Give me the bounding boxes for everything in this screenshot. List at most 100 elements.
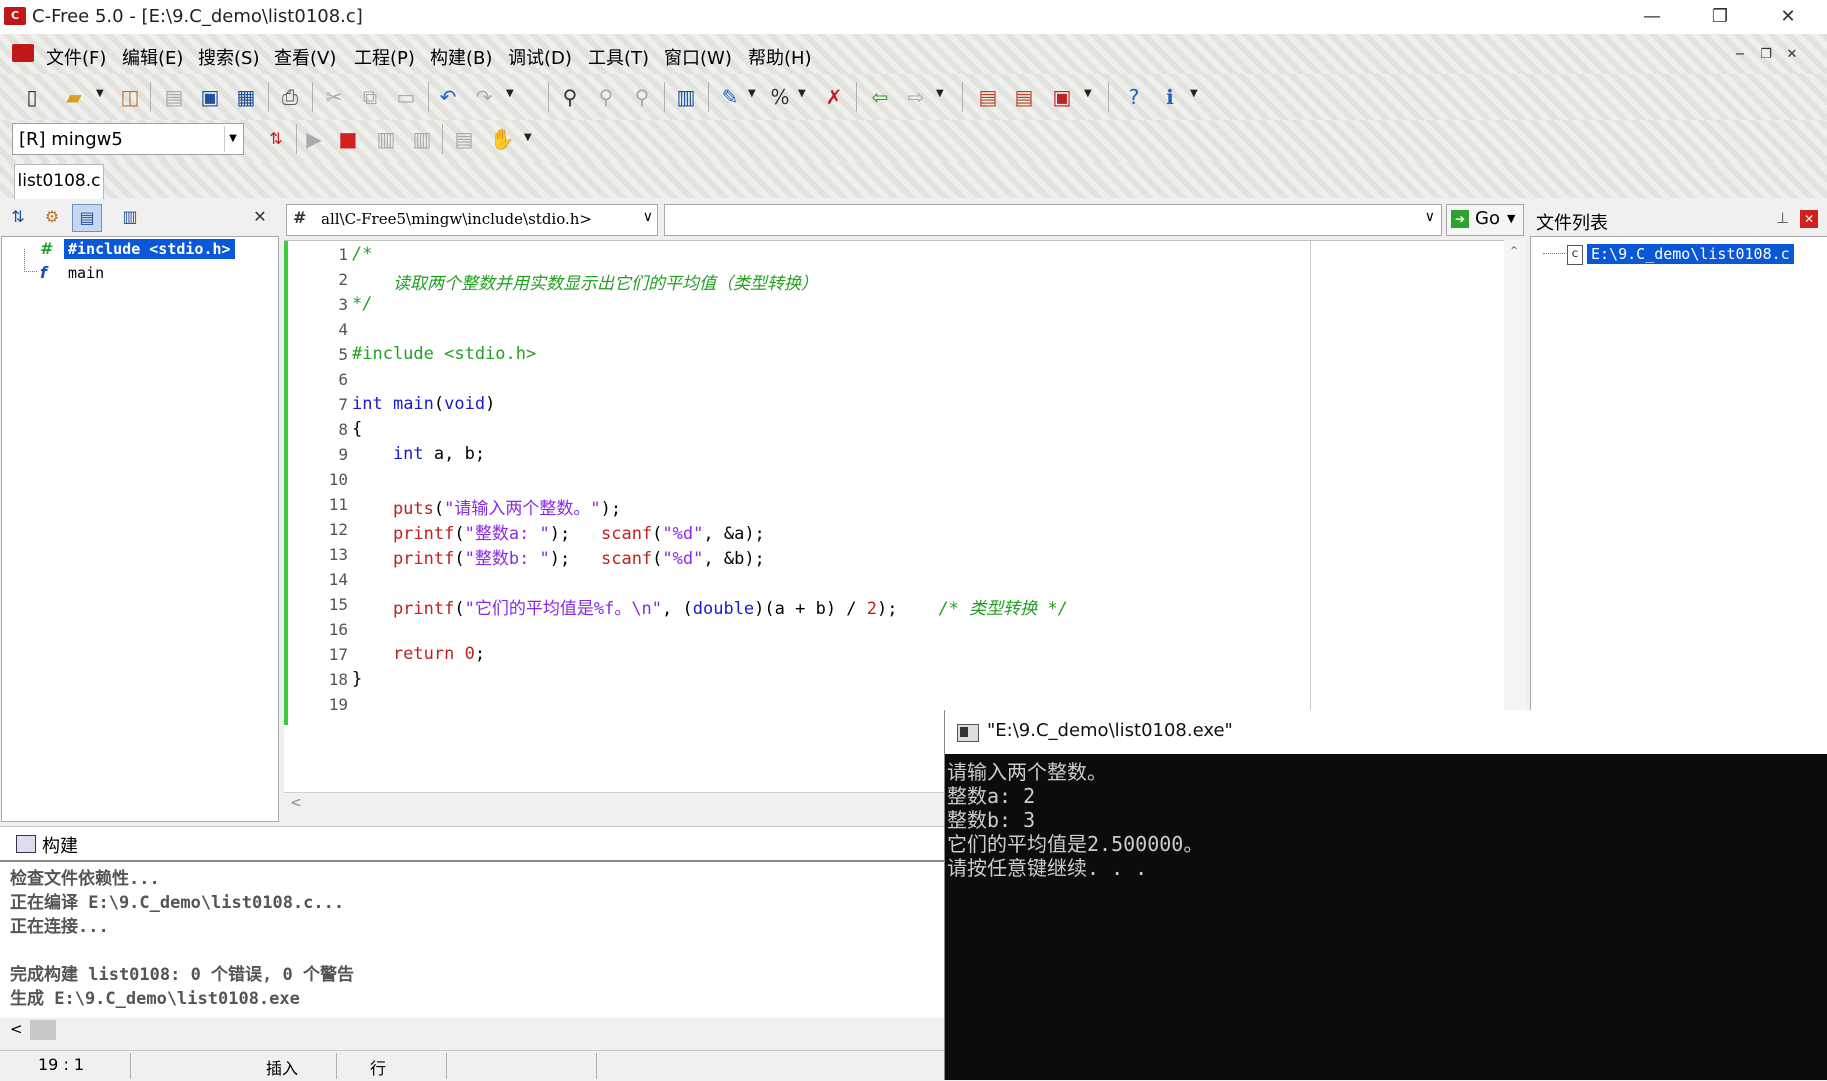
menu-view[interactable]: 查看(V): [274, 44, 336, 70]
build-horizontal-scrollbar[interactable]: <: [0, 1018, 950, 1042]
editor-vertical-scrollbar[interactable]: ⌃: [1504, 240, 1526, 710]
code-token: , (: [662, 599, 693, 619]
minimize-button[interactable]: —: [1622, 2, 1682, 32]
go-button[interactable]: ➔ Go ▼: [1446, 204, 1524, 236]
redo-icon[interactable]: ↷: [470, 84, 498, 110]
code-line: {: [352, 419, 363, 439]
menu-build[interactable]: 构建(B): [430, 44, 492, 70]
build-panel-title: 构建: [42, 836, 78, 857]
function-select[interactable]: ∨: [664, 204, 1442, 236]
new-file-icon[interactable]: ▯: [18, 84, 46, 110]
toolbar-separator: [664, 82, 665, 112]
chevron-down-icon[interactable]: ▼: [224, 126, 241, 152]
code-token: );: [877, 599, 939, 619]
step-over-icon[interactable]: ▥: [408, 126, 436, 152]
menu-file[interactable]: 文件(F): [46, 44, 106, 70]
close-button[interactable]: ✕: [1758, 2, 1818, 32]
stop-build-icon[interactable]: ✗: [820, 84, 848, 110]
line-number-gutter: 1 2 3 4 5 6 7 8 9 10 11 12 13 14 15 16 1…: [284, 241, 348, 793]
line-number: 4: [338, 320, 348, 339]
code-token: (: [454, 524, 465, 544]
list-view-icon[interactable]: ▤: [72, 204, 102, 232]
back-arrow-icon[interactable]: ⇦: [866, 84, 894, 110]
bookmark-clear-icon[interactable]: ▣: [1048, 84, 1076, 110]
code-token: ;: [474, 644, 486, 664]
menu-tools[interactable]: 工具(T): [588, 44, 649, 70]
mdi-minimize-button[interactable]: −: [1730, 46, 1750, 64]
line-number: 2: [338, 270, 348, 289]
build-dropdown-icon[interactable]: ▼: [798, 88, 806, 99]
forward-arrow-icon[interactable]: ⇨: [902, 84, 930, 110]
compile-icon[interactable]: ✎: [716, 84, 744, 110]
scroll-up-icon[interactable]: ⌃: [1509, 244, 1519, 258]
line-number: 17: [328, 645, 348, 664]
save-all-icon[interactable]: ▦: [232, 84, 260, 110]
help-dropdown-icon[interactable]: ▼: [1190, 88, 1198, 99]
close-panel-icon[interactable]: ✕: [246, 204, 274, 230]
menu-help[interactable]: 帮助(H): [748, 44, 812, 70]
find-in-files-icon[interactable]: ▥: [672, 84, 700, 110]
chevron-down-icon[interactable]: ▼: [1507, 212, 1515, 225]
step-into-icon[interactable]: ▥: [372, 126, 400, 152]
bookmark-icon[interactable]: ▤: [974, 84, 1002, 110]
save-icon[interactable]: ▣: [196, 84, 224, 110]
mdi-close-button[interactable]: ✕: [1782, 46, 1802, 64]
code-token: (: [454, 549, 465, 569]
maximize-button[interactable]: ❐: [1690, 2, 1750, 32]
copy-icon[interactable]: ⧉: [356, 84, 384, 110]
sort-type-icon[interactable]: ⚙: [38, 204, 66, 230]
scope-select[interactable]: # all\C-Free5\mingw\include\stdio.h> ∨: [286, 204, 658, 236]
bookmark-dropdown-icon[interactable]: ▼: [1084, 88, 1092, 99]
scroll-thumb[interactable]: [30, 1020, 56, 1040]
compile-dropdown-icon[interactable]: ▼: [748, 88, 756, 99]
breakpoint-icon[interactable]: ▤: [450, 126, 478, 152]
scroll-left-icon[interactable]: <: [10, 1020, 23, 1038]
build-output-line: 生成 E:\9.C_demo\list0108.exe: [10, 989, 300, 1009]
line-number: 13: [328, 545, 348, 564]
cut-icon[interactable]: ✂: [320, 84, 348, 110]
chevron-down-icon[interactable]: ∨: [643, 209, 653, 225]
status-separator: [336, 1053, 337, 1079]
open-project-icon[interactable]: ◫: [116, 84, 144, 110]
nav-dropdown-icon[interactable]: ▼: [936, 88, 944, 99]
menu-project[interactable]: 工程(P): [354, 44, 415, 70]
file-list-item[interactable]: E:\9.C_demo\list0108.c: [1587, 244, 1794, 264]
stop-icon[interactable]: ■: [334, 126, 362, 152]
insert-mode: 插入: [266, 1059, 299, 1078]
bookmark-next-icon[interactable]: ▤: [1010, 84, 1038, 110]
tree-item-include[interactable]: #include <stdio.h>: [64, 239, 235, 259]
build-percent-icon[interactable]: %: [766, 84, 794, 110]
info-icon[interactable]: ℹ: [1156, 84, 1184, 110]
close-file-icon[interactable]: ▤: [160, 84, 188, 110]
run-icon[interactable]: ▶: [300, 126, 328, 152]
detail-view-icon[interactable]: ▥: [116, 204, 144, 230]
find-icon[interactable]: ⚲: [556, 84, 584, 110]
tab-list0108[interactable]: list0108.c: [14, 164, 104, 199]
open-folder-icon[interactable]: ▰: [60, 84, 88, 110]
sort-az-icon[interactable]: ⇅: [4, 204, 32, 230]
compiler-switch-icon[interactable]: ⇅: [262, 126, 290, 152]
pin-icon[interactable]: ⊥: [1776, 209, 1789, 227]
menu-edit[interactable]: 编辑(E): [122, 44, 183, 70]
paste-icon[interactable]: ▭: [392, 84, 420, 110]
tree-item-main[interactable]: main: [68, 264, 104, 282]
menu-window[interactable]: 窗口(W): [664, 44, 732, 70]
debug-dropdown-icon[interactable]: ▼: [524, 132, 532, 143]
menu-search[interactable]: 搜索(S): [198, 44, 259, 70]
scroll-left-icon[interactable]: <: [290, 795, 302, 811]
undo-icon[interactable]: ↶: [434, 84, 462, 110]
compiler-select[interactable]: [R] mingw5 ▼: [12, 123, 244, 155]
hand-icon[interactable]: ✋: [488, 126, 516, 152]
menu-debug[interactable]: 调试(D): [508, 44, 572, 70]
chevron-down-icon[interactable]: ∨: [1425, 209, 1435, 225]
code-token: "它们的平均值是%f。\n": [464, 599, 663, 619]
redo-dropdown-icon[interactable]: ▼: [506, 88, 514, 99]
help-icon[interactable]: ?: [1120, 84, 1148, 110]
find-next-icon[interactable]: ⚲: [592, 84, 620, 110]
console-window[interactable]: "E:\9.C_demo\list0108.exe" 请输入两个整数。 整数a:…: [944, 710, 1827, 1080]
close-panel-icon[interactable]: ✕: [1800, 210, 1818, 228]
find-prev-icon[interactable]: ⚲: [628, 84, 656, 110]
mdi-restore-button[interactable]: ❐: [1756, 46, 1776, 64]
open-dropdown-icon[interactable]: ▼: [96, 88, 104, 99]
print-icon[interactable]: ⎙: [276, 84, 304, 110]
